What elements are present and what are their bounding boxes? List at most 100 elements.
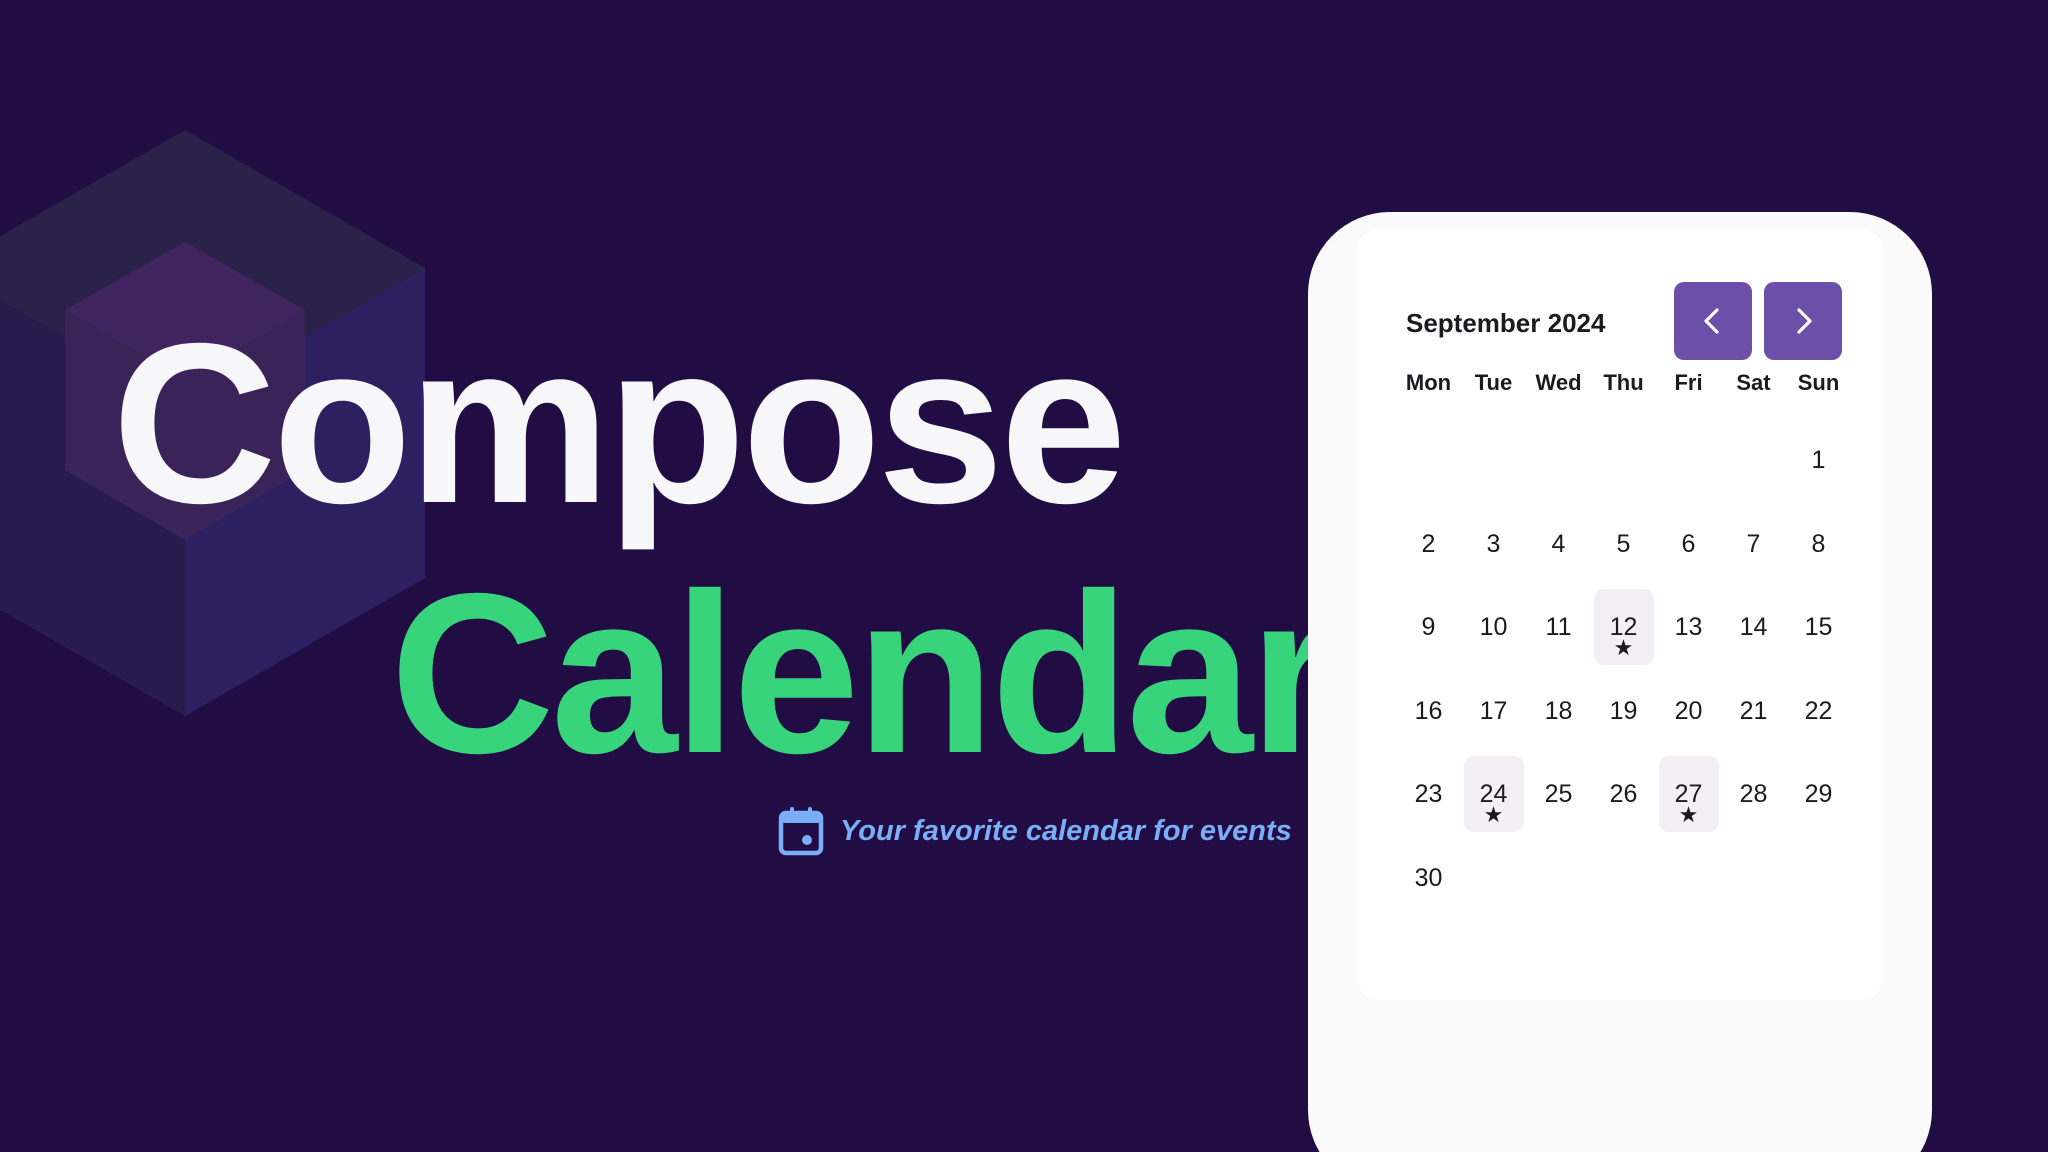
chevron-left-icon <box>1704 308 1719 334</box>
day-cell[interactable]: 11 <box>1526 589 1591 673</box>
day-number: 23 <box>1414 780 1443 808</box>
day-box: 25 <box>1529 756 1589 832</box>
day-cell[interactable]: 14 <box>1721 589 1786 673</box>
day-box: 16 <box>1399 673 1459 749</box>
day-cell[interactable]: 24 ★ <box>1461 756 1526 840</box>
day-number: 21 <box>1739 696 1768 725</box>
empty-day-cell <box>1526 422 1591 506</box>
empty-day-cell <box>1396 422 1461 506</box>
day-number: 1 <box>1811 446 1826 474</box>
day-number: 15 <box>1804 613 1833 641</box>
day-cell[interactable]: 6 <box>1656 506 1721 590</box>
previous-month-button[interactable] <box>1674 282 1752 360</box>
weekday-header: Mon Tue Wed Thu Fri Sat Sun <box>1396 368 1851 398</box>
day-cell[interactable]: 9 <box>1396 589 1461 673</box>
day-number: 29 <box>1804 780 1833 808</box>
day-box: 11 <box>1529 589 1589 665</box>
weekday-label: Sat <box>1736 370 1771 395</box>
weekday-label: Thu <box>1603 370 1644 395</box>
day-cell[interactable]: 17 <box>1461 673 1526 757</box>
empty-day-cell <box>1656 422 1721 506</box>
tagline: Your favorite calendar for events <box>778 806 1292 856</box>
day-number: 4 <box>1551 529 1566 558</box>
event-day-highlight: 27 ★ <box>1658 756 1719 832</box>
weekday-label: Tue <box>1474 370 1513 395</box>
day-box: 13 <box>1659 589 1719 665</box>
day-number: 3 <box>1486 529 1501 558</box>
empty-day-cell <box>1721 422 1786 506</box>
day-box: 23 <box>1399 756 1459 832</box>
phone-frame: September 2024 Mon Tue Wed Thu Fri Sat Sun 123… <box>1308 212 1932 1152</box>
day-cell[interactable]: 13 <box>1656 589 1721 673</box>
day-cell[interactable]: 26 <box>1591 756 1656 840</box>
day-number: 5 <box>1616 529 1631 558</box>
day-box: 19 <box>1594 673 1654 749</box>
day-number: 9 <box>1421 613 1436 641</box>
day-cell[interactable]: 16 <box>1396 673 1461 757</box>
weekday-label: Sun <box>1797 370 1840 395</box>
day-box: 7 <box>1724 506 1784 582</box>
event-day-highlight: 24 ★ <box>1463 756 1524 832</box>
day-number: 13 <box>1674 613 1703 641</box>
day-box: 28 <box>1724 756 1784 832</box>
day-cell[interactable]: 12 ★ <box>1591 589 1656 673</box>
day-cell[interactable]: 28 <box>1721 756 1786 840</box>
next-month-button[interactable] <box>1764 282 1842 360</box>
day-cell[interactable]: 7 <box>1721 506 1786 590</box>
day-box: 6 <box>1659 506 1719 582</box>
weekday-label: Wed <box>1535 370 1582 395</box>
day-number: 14 <box>1739 613 1768 641</box>
day-number: 7 <box>1746 529 1761 558</box>
day-cell[interactable]: 21 <box>1721 673 1786 757</box>
chevron-right-icon <box>1797 308 1812 334</box>
day-cell[interactable]: 22 <box>1786 673 1851 757</box>
calendar-icon <box>778 807 824 856</box>
day-box: 20 <box>1659 673 1719 749</box>
day-number: 25 <box>1544 780 1573 808</box>
day-cell[interactable]: 8 <box>1786 506 1851 590</box>
day-cell[interactable]: 30 <box>1396 840 1461 924</box>
day-box: 15 <box>1789 589 1849 665</box>
day-cell[interactable]: 25 <box>1526 756 1591 840</box>
day-number: 10 <box>1479 613 1508 641</box>
event-day-highlight: 12 ★ <box>1593 589 1654 665</box>
title-compose: Compose <box>112 297 1127 551</box>
day-cell[interactable]: 19 <box>1591 673 1656 757</box>
day-box: 17 <box>1464 673 1524 749</box>
day-number: 18 <box>1544 696 1573 725</box>
day-box: 5 <box>1594 506 1654 582</box>
star-icon: ★ <box>1613 635 1634 660</box>
day-cell[interactable]: 18 <box>1526 673 1591 757</box>
day-box: 10 <box>1464 589 1524 665</box>
star-icon: ★ <box>1483 802 1504 827</box>
day-number: 26 <box>1609 780 1638 808</box>
day-number: 11 <box>1545 613 1572 641</box>
day-cell[interactable]: 23 <box>1396 756 1461 840</box>
day-cell[interactable]: 3 <box>1461 506 1526 590</box>
day-number: 17 <box>1479 696 1508 725</box>
day-cell[interactable]: 29 <box>1786 756 1851 840</box>
star-icon: ★ <box>1678 802 1699 827</box>
day-number: 6 <box>1681 529 1696 558</box>
day-cell[interactable]: 10 <box>1461 589 1526 673</box>
day-box: 1 <box>1789 422 1849 498</box>
day-cell[interactable]: 2 <box>1396 506 1461 590</box>
day-box: 26 <box>1594 756 1654 832</box>
day-box: 22 <box>1789 673 1849 749</box>
day-box: 8 <box>1789 506 1849 582</box>
day-cell[interactable]: 5 <box>1591 506 1656 590</box>
day-cell[interactable]: 15 <box>1786 589 1851 673</box>
day-cell[interactable]: 4 <box>1526 506 1591 590</box>
day-box: 18 <box>1529 673 1589 749</box>
day-box: 4 <box>1529 506 1589 582</box>
day-box: 9 <box>1399 589 1459 665</box>
day-cell[interactable]: 27 ★ <box>1656 756 1721 840</box>
day-box: 14 <box>1724 589 1784 665</box>
day-box: 3 <box>1464 506 1524 582</box>
day-number: 16 <box>1414 696 1443 725</box>
weekday-label: Fri <box>1674 370 1703 395</box>
month-title: September 2024 <box>1406 308 1606 338</box>
day-cell[interactable]: 1 <box>1786 422 1851 506</box>
day-box: 2 <box>1399 506 1459 582</box>
day-cell[interactable]: 20 <box>1656 673 1721 757</box>
